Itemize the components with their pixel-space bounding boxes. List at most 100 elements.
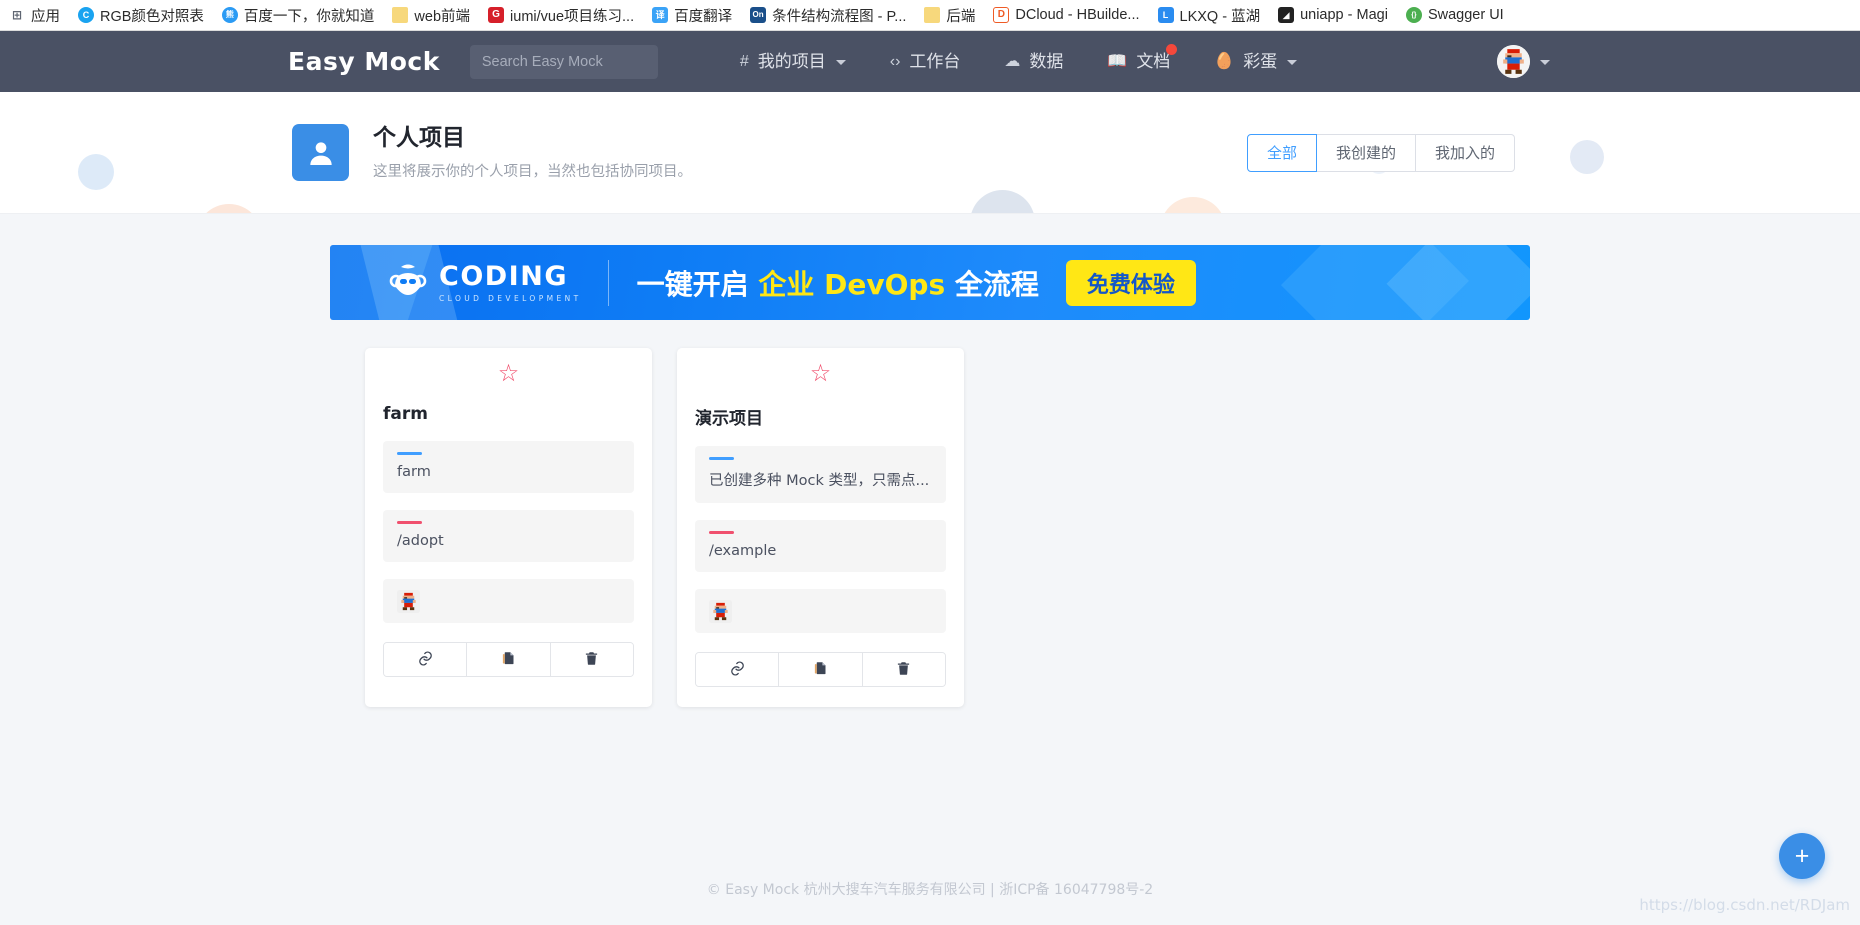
avatar xyxy=(1497,45,1530,78)
bookmark-label: uniapp - Magi xyxy=(1300,7,1388,23)
chevron-down-icon xyxy=(835,60,846,65)
project-description: farm xyxy=(397,464,431,480)
field-accent-rule xyxy=(397,452,422,455)
field-accent-rule xyxy=(709,457,734,460)
user-silhouette-icon xyxy=(309,141,332,165)
bookmark-item[interactable]: ◢ uniapp - Magi xyxy=(1269,2,1397,28)
bookmark-item[interactable]: Giumi/vue项目练习... xyxy=(479,2,643,28)
nav-item-1[interactable]: # 我的项目 xyxy=(740,31,846,92)
project-card-list: ☆ farm farm/adopt ☆ 演示项目 已创建多种 Mock 类型，只需点...… xyxy=(330,348,1530,707)
book-icon: 📖 xyxy=(1107,53,1128,70)
chevron-down-icon xyxy=(1287,60,1298,65)
plus-icon: + xyxy=(1794,841,1810,870)
egg-icon: 🥚 xyxy=(1214,53,1235,70)
bookmark-label: 百度一下，你就知道 xyxy=(243,8,375,25)
main-content: CODING CLOUD DEVELOPMENT 一键开启 企业 DevOps … xyxy=(0,214,1860,924)
project-card[interactable]: ☆ farm farm/adopt xyxy=(365,348,652,707)
bookmark-item[interactable]: 熊百度一下，你就知道 xyxy=(213,2,384,28)
bookmark-item[interactable]: D DCloud - HBuilde... xyxy=(984,2,1148,28)
banner-headline-highlight: 企业 DevOps xyxy=(758,267,946,301)
app-brand-logo[interactable]: Easy Mock xyxy=(288,47,440,76)
star-outline-icon[interactable]: ☆ xyxy=(498,362,520,386)
project-base-url-field: /example xyxy=(695,520,946,572)
magi-icon: ◢ xyxy=(1278,7,1295,23)
project-name: farm xyxy=(383,404,428,424)
nav-item-4[interactable]: 📖 文档 xyxy=(1107,31,1178,92)
banner-cta-button[interactable]: 免费体验 xyxy=(1065,259,1196,306)
copy-document-icon xyxy=(501,650,516,670)
bookmark-item[interactable]: C RGB颜色对照表 xyxy=(69,2,213,28)
bookmark-label: LKXQ - 蓝湖 xyxy=(1179,8,1261,25)
project-base-url: /example xyxy=(709,543,777,559)
crescent-icon: C xyxy=(78,7,94,23)
mario-avatar-icon xyxy=(397,589,420,613)
bookmark-label: 应用 xyxy=(31,8,60,25)
banner-headline: 一键开启 企业 DevOps 全流程 xyxy=(637,263,1039,303)
project-description-field: farm xyxy=(383,441,634,493)
clone-project-button[interactable] xyxy=(779,653,863,686)
bookmark-item[interactable]: 译百度翻译 xyxy=(643,2,741,28)
banner-divider xyxy=(607,259,609,306)
copy-link-button[interactable] xyxy=(384,643,468,676)
banner-headline-part2: 全流程 xyxy=(945,267,1039,301)
bookmark-label: RGB颜色对照表 xyxy=(100,8,204,25)
hash-icon: # xyxy=(739,53,749,70)
clone-project-button[interactable] xyxy=(467,643,551,676)
nav-item-3[interactable]: ☁ 数据 xyxy=(1004,31,1063,92)
project-description-field: 已创建多种 Mock 类型，只需点... xyxy=(695,446,946,503)
filter-button-2[interactable]: 我创建的 xyxy=(1316,133,1416,172)
project-members-field xyxy=(383,579,634,623)
delete-project-button[interactable] xyxy=(862,653,945,686)
project-base-url: /adopt xyxy=(397,533,444,549)
project-base-url-field: /adopt xyxy=(383,510,634,562)
lanhu-icon: L xyxy=(1157,7,1174,23)
add-project-button[interactable]: + xyxy=(1779,833,1825,879)
onenote-icon: On xyxy=(750,7,767,23)
baidu-paw-icon: 熊 xyxy=(221,7,238,23)
swagger-icon: {} xyxy=(1405,7,1422,23)
nav-item-label: 工作台 xyxy=(909,52,961,71)
link-icon xyxy=(417,650,434,670)
bookmark-item[interactable]: L LKXQ - 蓝湖 xyxy=(1149,2,1270,28)
coding-wordmark: CODING xyxy=(439,260,568,292)
page-title: 个人项目 xyxy=(373,125,465,152)
apps-icon: ⊞ xyxy=(9,7,25,23)
mario-avatar-icon xyxy=(709,599,732,623)
folder-icon xyxy=(924,7,941,23)
star-outline-icon[interactable]: ☆ xyxy=(810,362,832,386)
field-accent-rule xyxy=(709,531,734,534)
bookmark-item[interactable]: 后端 xyxy=(915,2,984,28)
filter-button-3[interactable]: 我加入的 xyxy=(1415,133,1515,172)
bookmark-item[interactable]: web前端 xyxy=(383,2,479,28)
mario-avatar-icon xyxy=(1497,45,1530,78)
delete-project-button[interactable] xyxy=(550,643,633,676)
search-input[interactable] xyxy=(469,44,658,79)
banner-headline-part1: 一键开启 xyxy=(636,267,759,301)
bookmark-item[interactable]: {} Swagger UI xyxy=(1397,2,1513,28)
coding-logo: CODING CLOUD DEVELOPMENT xyxy=(388,263,582,303)
copy-document-icon xyxy=(813,660,828,680)
dcloud-icon: D xyxy=(993,7,1010,23)
bookmark-label: DCloud - HBuilde... xyxy=(1015,7,1140,23)
copy-link-button[interactable] xyxy=(696,653,780,686)
nav-item-label: 我的项目 xyxy=(757,52,826,71)
user-menu[interactable] xyxy=(1497,45,1550,78)
project-actions xyxy=(695,652,946,687)
coding-promo-banner[interactable]: CODING CLOUD DEVELOPMENT 一键开启 企业 DevOps … xyxy=(330,245,1530,320)
bookmark-label: Swagger UI xyxy=(1427,7,1504,23)
filter-button-1[interactable]: 全部 xyxy=(1246,133,1317,172)
bookmark-label: iumi/vue项目练习... xyxy=(510,8,635,25)
project-filter-group: 全部 我创建的 我加入的 xyxy=(1246,133,1515,172)
chevron-down-icon xyxy=(1540,60,1550,65)
link-icon xyxy=(729,660,746,680)
field-accent-rule xyxy=(397,521,422,524)
nav-menu: # 我的项目 ‹› 工作台 ☁ 数据 📖 文档 🥚 彩蛋 xyxy=(740,31,1298,92)
bookmark-item[interactable]: On 条件结构流程图 - P... xyxy=(741,2,915,28)
footer: © Easy Mock 杭州大搜车汽车服务有限公司 | 浙ICP备 160477… xyxy=(706,882,1154,898)
nav-item-2[interactable]: ‹› 工作台 xyxy=(890,31,961,92)
bookmark-item[interactable]: ⊞ 应用 xyxy=(0,2,69,28)
nav-item-5[interactable]: 🥚 彩蛋 xyxy=(1214,31,1298,92)
project-card[interactable]: ☆ 演示项目 已创建多种 Mock 类型，只需点... /example xyxy=(677,348,964,707)
project-actions xyxy=(383,642,634,677)
nav-item-label: 数据 xyxy=(1029,52,1064,71)
